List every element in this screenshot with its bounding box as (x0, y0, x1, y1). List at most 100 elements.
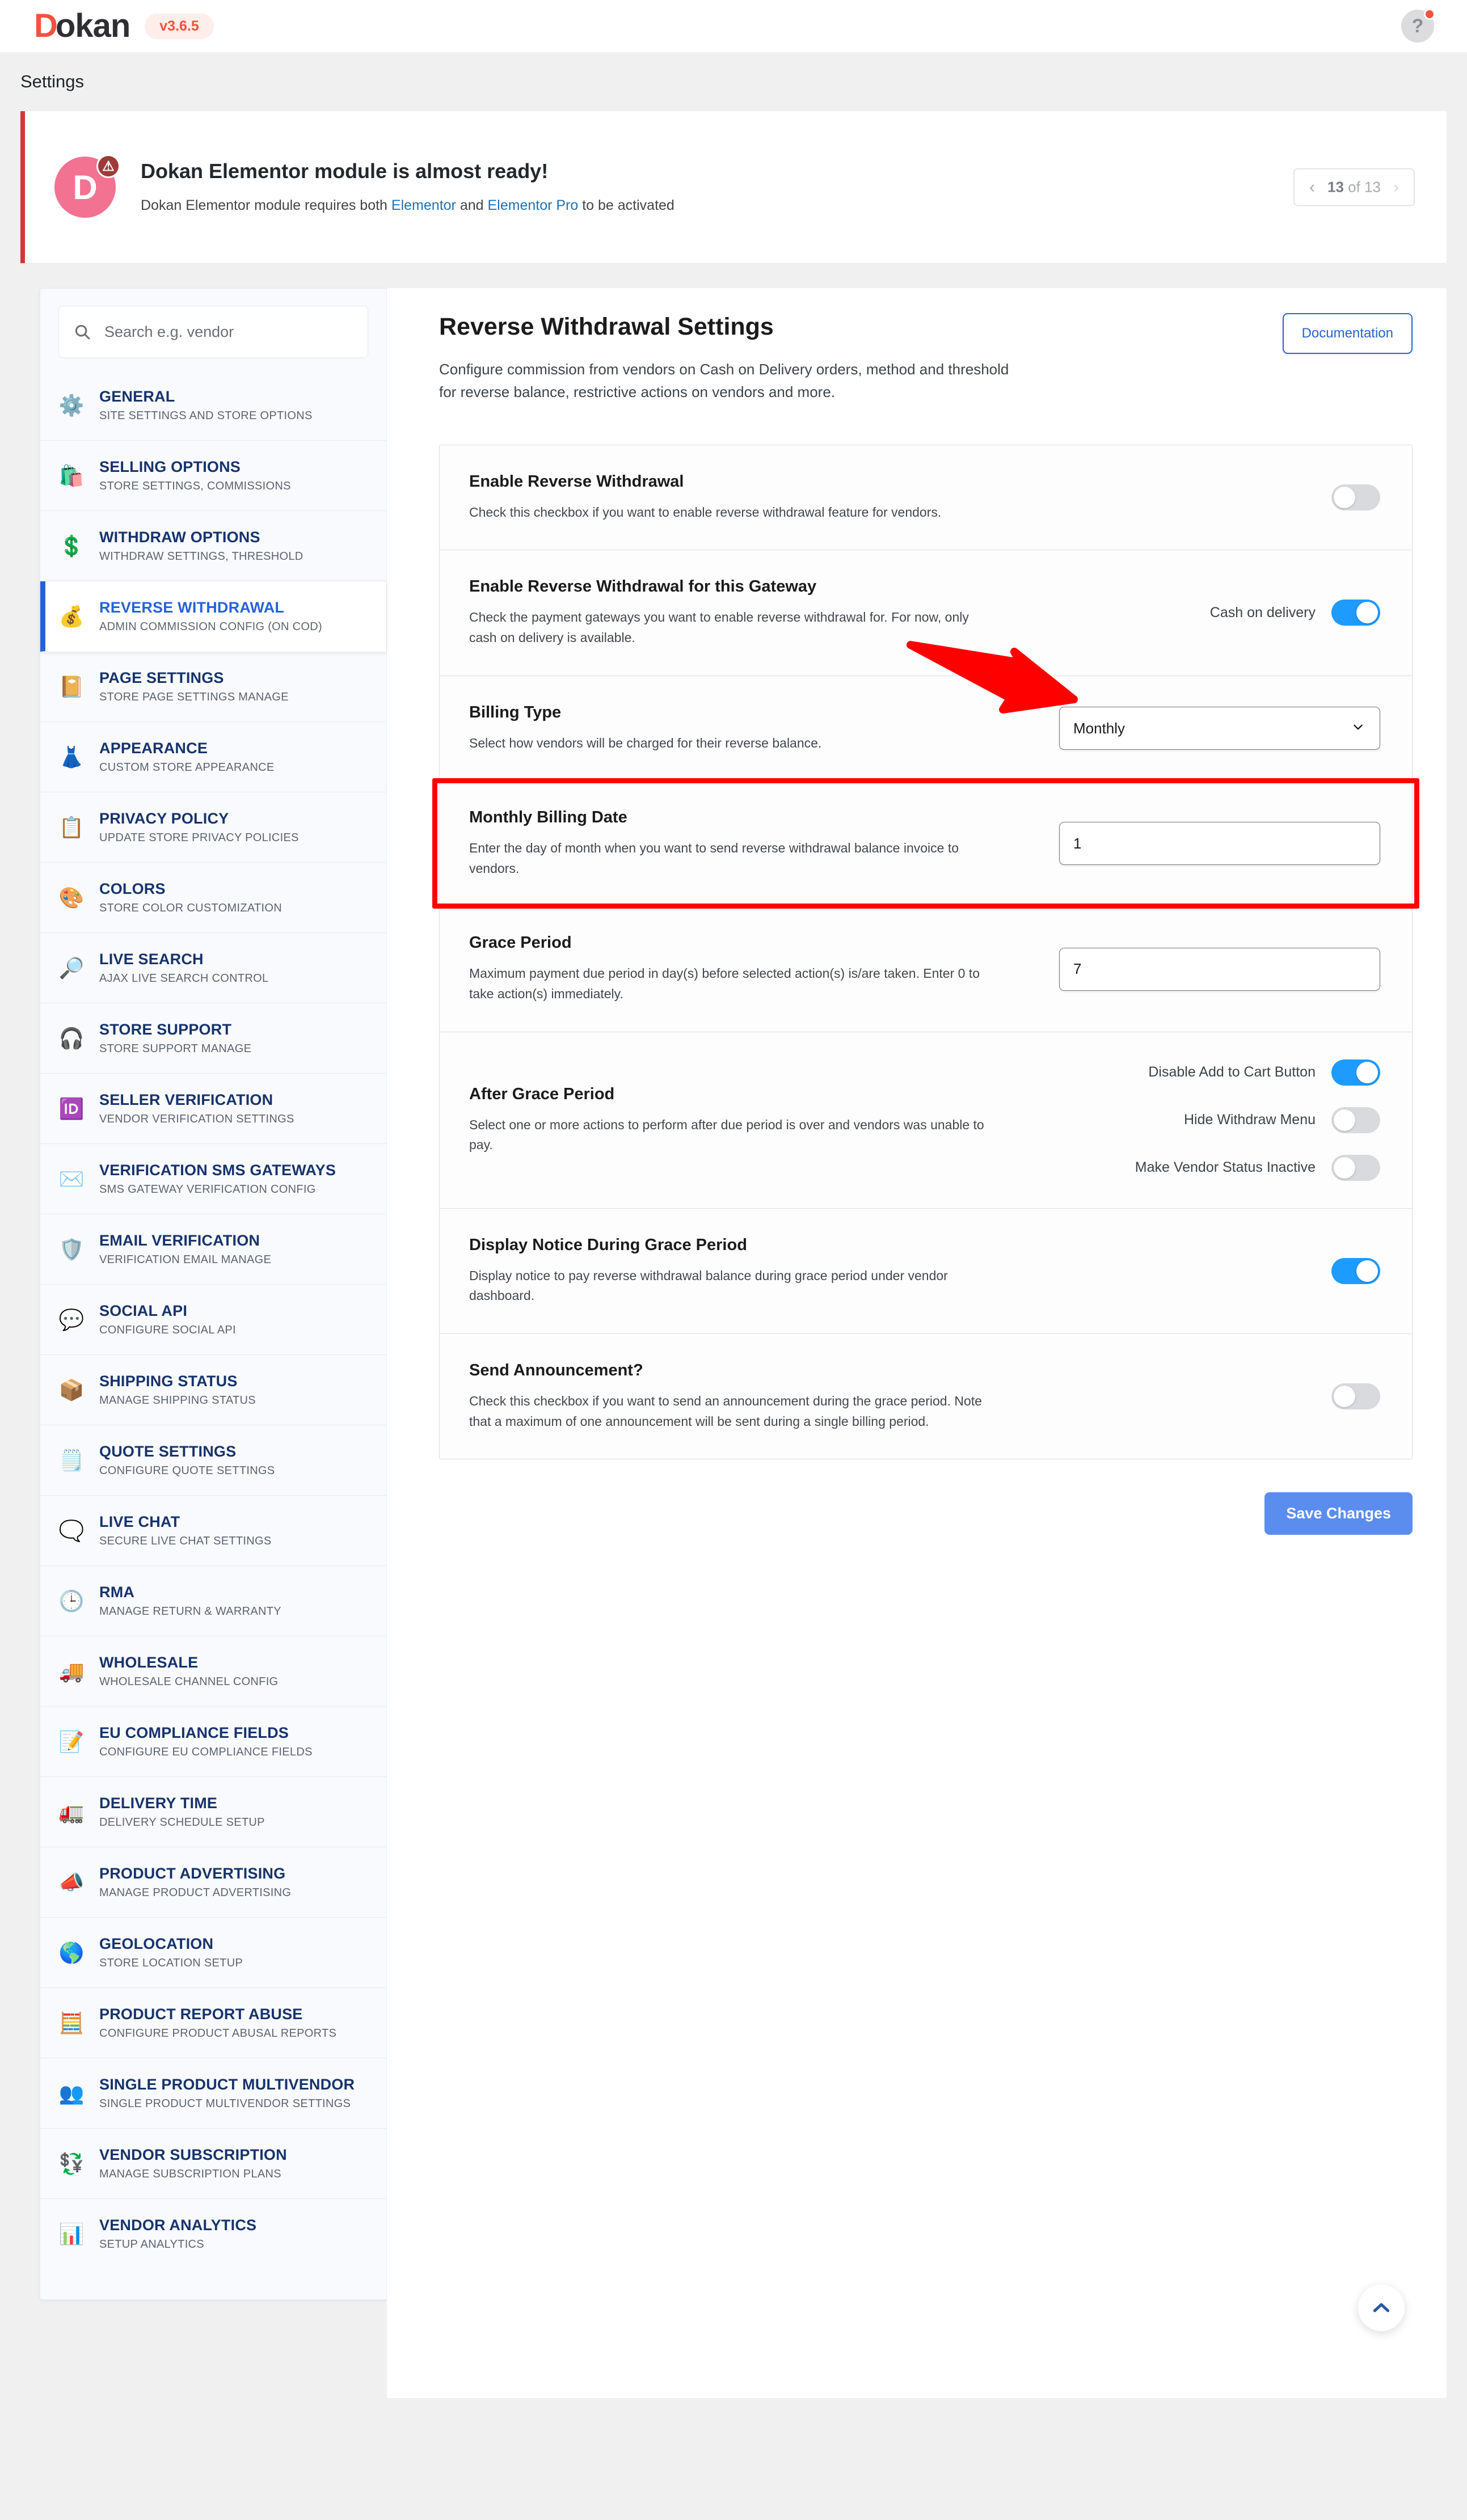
setting-row-control: Cash on delivery (1210, 600, 1380, 626)
toggle-knob (1334, 1386, 1355, 1408)
sidebar-item-subtitle: Delivery Schedule Setup (99, 1816, 265, 1829)
sidebar-item-social-api[interactable]: 💬 Social API Configure Social API (40, 1285, 386, 1355)
sidebar-item-subtitle: Update Store Privacy Policies (99, 831, 299, 844)
sidebar-item-title: Quote Settings (99, 1443, 237, 1460)
sidebar-item-vendor-analytics[interactable]: 📊 Vendor Analytics Setup Analytics (40, 2199, 386, 2269)
help-button[interactable]: ? (1401, 9, 1435, 43)
sidebar-item-subtitle: Verification Email Manage (99, 1253, 272, 1266)
help-notification-dot (1424, 9, 1435, 20)
dokan-logo: Dokan (34, 10, 130, 43)
sidebar-item-subtitle: Custom Store Appearance (99, 761, 275, 774)
sidebar-item-eu-compliance-fields[interactable]: 📝 EU Compliance Fields Configure EU Compli… (40, 1707, 386, 1777)
setting-row-text: Enable Reverse Withdrawal Check this chec… (469, 472, 941, 523)
sidebar-item-seller-verification[interactable]: 🆔 Seller Verification Vendor Verification … (40, 1074, 386, 1144)
sidebar-item-single-product-multivendor[interactable]: 👥 Single Product Multivendor Single Produc… (40, 2058, 386, 2129)
sidebar-item-title: Store Support (99, 1021, 232, 1038)
save-bar: Save Changes (439, 1459, 1413, 1535)
sidebar-item-subtitle: Configure Product Abusal Reports (99, 2027, 337, 2040)
notice-avatar: D ⚠ (54, 154, 120, 218)
pager-total: of 13 (1343, 178, 1381, 196)
sidebar-item-live-chat[interactable]: 🗨️ Live Chat Secure Live Chat Settings (40, 1496, 386, 1566)
toggle-line (1331, 484, 1380, 510)
sidebar-item-store-support[interactable]: 🎧 Store Support Store Support Manage (40, 1003, 386, 1074)
setting-title: Monthly Billing Date (469, 808, 627, 827)
toggle-label: Hide Withdraw Menu (1183, 1112, 1316, 1128)
sidebar-item-geolocation[interactable]: 🌎 Geolocation Store Location Setup (40, 1918, 386, 1988)
toggle-line: Disable Add to Cart Button (1148, 1059, 1380, 1086)
toggle-switch[interactable] (1331, 484, 1380, 510)
billing-type-select[interactable]: MonthlyBy Amount Limit (1059, 706, 1380, 750)
app-header: Dokan v3.6.5 ? (0, 0, 1467, 52)
sidebar-item-quote-settings[interactable]: 🗒️ Quote Settings Configure Quote Settings (40, 1425, 386, 1496)
sidebar-item-subtitle: Secure Live Chat Settings (99, 1535, 272, 1547)
sidebar-item-verification-sms-gateways[interactable]: ✉️ Verification SMS Gateways SMS Gateway V… (40, 1144, 386, 1214)
pager-next-icon[interactable]: › (1393, 179, 1399, 196)
toggle-switch[interactable] (1331, 600, 1380, 626)
setting-row-text: After Grace Period Select one or more act… (469, 1085, 991, 1155)
sidebar-item-page-settings[interactable]: 📔 Page Settings Store Page Settings Manage (40, 652, 386, 722)
sidebar-item-general[interactable]: ⚙️ General Site Settings and Store Options (40, 370, 386, 441)
search-box[interactable] (58, 306, 368, 358)
toggle-knob (1356, 1260, 1378, 1282)
pager-prev-icon[interactable]: ‹ (1309, 179, 1315, 196)
grid-report-icon: 🧮 (58, 2011, 85, 2034)
version-badge: v3.6.5 (145, 13, 214, 39)
setting-row-control (1331, 1257, 1380, 1284)
sidebar-item-appearance[interactable]: 👗 Appearance Custom Store Appearance (40, 722, 386, 792)
sidebar-item-shipping-status[interactable]: 📦 Shipping Status Manage Shipping Status (40, 1355, 386, 1425)
search-input[interactable] (104, 323, 353, 341)
sidebar-item-reverse-withdrawal[interactable]: 💰 Reverse Withdrawal Admin Commission Conf… (40, 581, 386, 652)
sidebar-item-colors[interactable]: 🎨 Colors Store Color Customization (40, 863, 386, 933)
social-bubbles-icon: 💬 (58, 1307, 85, 1331)
scroll-to-top-button[interactable] (1358, 2285, 1405, 2331)
save-changes-button[interactable]: Save Changes (1264, 1492, 1413, 1535)
sidebar-item-subtitle: Withdraw Settings, Threshold (99, 550, 303, 563)
sidebar-item-product-report-abuse[interactable]: 🧮 Product Report Abuse Configure Product A… (40, 1988, 386, 2058)
delivery-truck-icon: 🚛 (58, 1800, 85, 1823)
sidebar-item-title: Appearance (99, 740, 208, 757)
sidebar-item-product-advertising[interactable]: 📣 Product Advertising Manage Product Adver… (40, 1847, 386, 1918)
sidebar-item-delivery-time[interactable]: 🚛 Delivery Time Delivery Schedule Setup (40, 1777, 386, 1847)
sidebar-item-subtitle: Site Settings and Store Options (99, 410, 313, 422)
subscription-coin-icon: 💱 (58, 2151, 85, 2175)
sidebar-item-title: Geolocation (99, 1935, 214, 1952)
setting-row: Billing Type Select how vendors will be c… (440, 676, 1412, 782)
sidebar-item-title: Verification SMS Gateways (99, 1162, 336, 1179)
sidebar-item-subtitle: Configure EU Compliance Fields (99, 1746, 313, 1758)
setting-row-control: Disable Add to Cart Button Hide Withdraw … (1135, 1059, 1380, 1181)
toggle-switch[interactable] (1331, 1154, 1380, 1181)
setting-row-control (1059, 822, 1380, 866)
sidebar-item-title: Withdraw Options (99, 529, 260, 546)
setting-description: Enter the day of month when you want to … (469, 841, 959, 876)
setting-text-input[interactable] (1059, 947, 1380, 991)
sidebar-item-rma[interactable]: 🕒 RMA Manage Return & Warranty (40, 1566, 386, 1636)
sidebar-item-subtitle: Store Support Manage (99, 1042, 252, 1055)
setting-row-text: Grace Period Maximum payment due period i… (469, 934, 991, 1004)
sidebar-item-selling-options[interactable]: 🛍️ Selling Options Store Settings, Commiss… (40, 441, 386, 511)
sidebar-item-email-verification[interactable]: 🛡️ Email Verification Verification Email M… (40, 1214, 386, 1285)
documentation-button[interactable]: Documentation (1282, 313, 1413, 354)
toggle-label: Cash on delivery (1209, 604, 1316, 620)
setting-text-input[interactable] (1059, 822, 1380, 866)
sidebar-item-live-search[interactable]: 🔎 Live Search Ajax Live Search Control (40, 933, 386, 1003)
notice-text: Dokan Elementor module is almost ready! … (141, 159, 675, 216)
elementor-link[interactable]: Elementor (391, 197, 456, 213)
sidebar-item-subtitle: Wholesale Channel Config (99, 1675, 279, 1688)
setting-description: Check the payment gateways you want to e… (469, 610, 969, 645)
toggle-knob (1356, 1061, 1378, 1083)
sidebar-item-wholesale[interactable]: 🚚 Wholesale Wholesale Channel Config (40, 1636, 386, 1707)
notice-pager: ‹ 13 of 13 › (1293, 168, 1415, 206)
sidebar-item-withdraw-options[interactable]: 💲 Withdraw Options Withdraw Settings, Thre… (40, 511, 386, 581)
sidebar-item-privacy-policy[interactable]: 📋 Privacy Policy Update Store Privacy Poli… (40, 792, 386, 863)
elementor-pro-link[interactable]: Elementor Pro (487, 197, 578, 213)
sidebar-item-vendor-subscription[interactable]: 💱 Vendor Subscription Manage Subscription … (40, 2129, 386, 2199)
sidebar-item-subtitle: Store Color Customization (99, 902, 282, 914)
clock-shield-icon: 🕒 (58, 1589, 85, 1613)
sidebar-item-title: General (99, 388, 175, 405)
toggle-switch[interactable] (1331, 1383, 1380, 1410)
toggle-switch[interactable] (1331, 1059, 1380, 1086)
sidebar-item-title: Privacy Policy (99, 810, 229, 827)
sidebar-item-subtitle: Manage Subscription Plans (99, 2168, 281, 2180)
toggle-switch[interactable] (1331, 1107, 1380, 1133)
toggle-switch[interactable] (1331, 1257, 1380, 1284)
